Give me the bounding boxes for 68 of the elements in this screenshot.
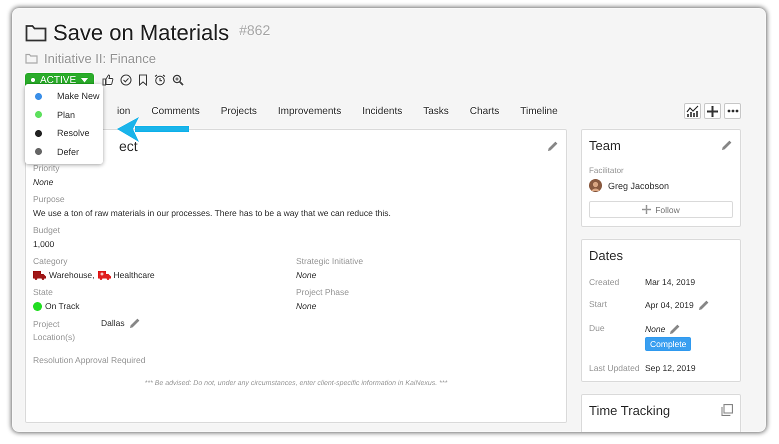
- field-value: None: [296, 270, 318, 280]
- date-label: Created: [589, 277, 620, 287]
- tab[interactable]: Projects: [220, 106, 269, 116]
- field-label: Project Phase: [296, 287, 350, 297]
- card-title: Time Tracking: [589, 402, 670, 418]
- status-option[interactable]: Resolve: [25, 124, 103, 142]
- date-label: Start: [589, 299, 608, 311]
- date-value: Sep 12, 2019: [645, 363, 696, 373]
- tab[interactable]: Tasks: [423, 106, 461, 116]
- field-value: Dallas: [101, 318, 125, 328]
- tab[interactable]: Improvements: [278, 106, 354, 116]
- field-label: Project Location(s): [33, 318, 76, 344]
- status-option[interactable]: Make New: [25, 87, 103, 106]
- item-number: #862: [239, 22, 270, 38]
- tab[interactable]: Charts: [470, 106, 512, 116]
- field-value: None: [33, 177, 54, 187]
- plus-icon: [642, 205, 652, 214]
- check-circle-icon[interactable]: [120, 74, 132, 86]
- field-label: State: [33, 287, 54, 297]
- field-label: Purpose: [33, 194, 66, 204]
- tab[interactable]: Incidents: [362, 106, 414, 116]
- avatar: [589, 179, 602, 192]
- field-value: We use a ton of raw materials in our processes. There has to be a way that we can reduce this.: [33, 208, 392, 218]
- field-value: 1,000: [33, 239, 56, 249]
- date-value: Apr 04, 2019: [645, 300, 694, 310]
- folder-icon: [25, 24, 47, 42]
- date-label: Last Updated: [589, 363, 641, 373]
- status-option[interactable]: Plan: [25, 106, 103, 124]
- alarm-clock-icon[interactable]: [154, 74, 166, 86]
- pencil-icon[interactable]: [669, 323, 682, 335]
- bookmark-icon[interactable]: [138, 74, 148, 86]
- category-tag: Warehouse,: [49, 270, 95, 280]
- status-option[interactable]: Defer: [25, 142, 103, 161]
- pencil-icon[interactable]: [128, 317, 141, 329]
- tab[interactable]: Timeline: [520, 106, 570, 116]
- date-label: Due: [589, 323, 606, 335]
- field-label: Category: [33, 256, 68, 266]
- follow-button[interactable]: Follow: [589, 201, 733, 218]
- category-tag: Healthcare: [114, 270, 155, 280]
- field-label: Priority: [33, 163, 60, 173]
- add-button[interactable]: [704, 103, 721, 119]
- person-name[interactable]: Greg Jacobson: [608, 180, 670, 190]
- copy-icon[interactable]: [721, 404, 733, 416]
- folder-icon: [25, 52, 38, 64]
- field-label: Budget: [33, 225, 61, 235]
- plus-icon: [707, 106, 718, 116]
- card-title: ect: [119, 138, 138, 154]
- role-label: Facilitator: [589, 166, 625, 175]
- field-label: Resolution Approval Required: [33, 355, 146, 365]
- date-value: Mar 14, 2019: [645, 277, 696, 287]
- field-label: Strategic Initiative: [296, 256, 364, 266]
- pencil-icon[interactable]: [547, 140, 559, 152]
- zoom-icon[interactable]: [172, 74, 184, 86]
- tab[interactable]: ion: [117, 106, 142, 116]
- pencil-icon[interactable]: [721, 139, 733, 151]
- date-value: None: [645, 324, 666, 334]
- chart-button[interactable]: [684, 103, 701, 119]
- card-title: Team: [589, 138, 621, 152]
- field-value: None: [296, 301, 318, 311]
- ellipsis-icon: [726, 109, 738, 113]
- chart-icon: [686, 105, 699, 117]
- thumbs-up-icon[interactable]: [102, 74, 114, 86]
- pencil-icon[interactable]: [698, 299, 710, 311]
- card-title: Dates: [589, 248, 623, 262]
- page-title: Save on Materials: [53, 20, 230, 46]
- tab[interactable]: Comments: [151, 106, 212, 116]
- field-value: On Track: [45, 301, 80, 311]
- more-button[interactable]: [724, 103, 741, 119]
